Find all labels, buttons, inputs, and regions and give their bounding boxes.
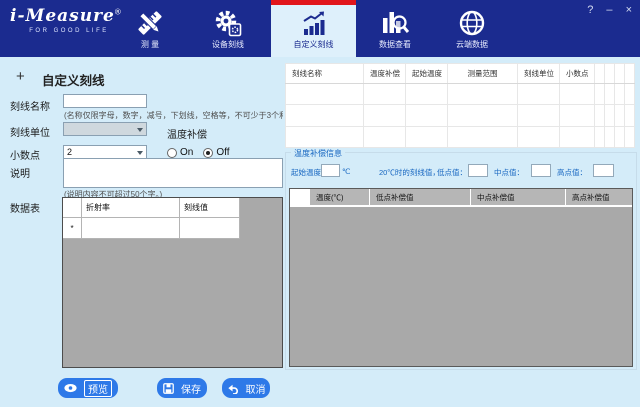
chevron-down-icon	[137, 151, 143, 155]
table-row[interactable]	[286, 84, 635, 105]
tab-cloud-data[interactable]: 云端数据	[433, 0, 511, 57]
mid-point-label: 中点值：	[494, 167, 524, 178]
col-measure-range: 测量范围	[448, 64, 518, 84]
decimal-select[interactable]: 2	[63, 145, 147, 159]
temp-comp-info-groupbox: 温度补偿信息 起始温度： ℃ 20℃时的刻线值， 低点值： 中点值： 高点值： …	[285, 152, 637, 370]
col-scale-unit: 刻线单位	[518, 64, 560, 84]
high-point-label: 高点值：	[557, 167, 587, 178]
table-row[interactable]	[286, 126, 635, 147]
new-row-marker: *	[63, 218, 82, 239]
groupbox-title: 温度补偿信息	[291, 148, 345, 159]
col-empty	[595, 64, 605, 84]
refraction-data-grid[interactable]: 折射率 刻线值 *	[62, 197, 283, 368]
window-controls: ? – ×	[577, 4, 632, 16]
data-grid-new-row[interactable]: *	[63, 218, 282, 239]
scale-name-hint: (名称仅限字母，数字，减号，下划线，空格等，不可少于3个和超过16个	[64, 110, 283, 121]
column-header-scale-value: 刻线值	[180, 198, 240, 218]
grid-cell[interactable]	[82, 218, 180, 239]
minimize-button[interactable]: –	[606, 4, 612, 16]
tab-measure[interactable]: 测 量	[111, 0, 189, 57]
temp-comp-label: 温度补偿	[167, 126, 207, 141]
scale-list-table[interactable]: 刻线名称 温度补偿 起始温度 测量范围 刻线单位 小数点	[285, 63, 635, 148]
col-scale-name: 刻线名称	[286, 64, 364, 84]
low-point-label: 低点值：	[437, 167, 467, 178]
description-label: 说明	[10, 165, 30, 180]
chevron-down-icon	[137, 128, 143, 132]
help-button[interactable]: ?	[587, 4, 593, 16]
tab-label-data-view: 数据查看	[356, 39, 434, 50]
nav-bar: i-Measure® FOR GOOD LIFE 测 量 设备刻线	[0, 0, 640, 57]
col-decimal: 小数点	[560, 64, 595, 84]
cancel-button-label: 取消	[246, 381, 266, 396]
data-table-label: 数据表	[10, 200, 40, 215]
save-button[interactable]: 保存	[157, 378, 207, 398]
col-empty	[605, 64, 615, 84]
undo-icon	[227, 383, 239, 394]
radio-on[interactable]	[167, 148, 177, 158]
scale-name-label: 刻线名称	[10, 98, 50, 113]
comp-table-header-row: 温度(℃) 低点补偿值 中点补偿值 高点补偿值	[290, 189, 632, 207]
data-view-icon	[381, 9, 409, 37]
col-mid-comp: 中点补偿值	[471, 189, 566, 207]
cancel-button[interactable]: 取消	[222, 378, 270, 398]
temp-comp-radio-group: On Off	[167, 147, 240, 158]
table-row[interactable]	[286, 105, 635, 126]
radio-on-label: On	[180, 147, 193, 158]
grid-cell[interactable]	[180, 218, 240, 239]
description-input[interactable]	[63, 158, 283, 188]
col-high-comp: 高点补偿值	[566, 189, 632, 207]
page-title: 自定义刻线	[42, 70, 105, 89]
gear-icon	[214, 9, 242, 37]
col-empty	[615, 64, 625, 84]
eye-icon	[64, 383, 77, 393]
custom-scale-icon	[300, 9, 328, 37]
col-temp-comp: 温度补偿	[364, 64, 406, 84]
column-header-refraction: 折射率	[82, 198, 180, 218]
at20-label: 20℃时的刻线值，	[379, 167, 440, 178]
row-selector-header	[290, 189, 310, 207]
cloud-data-icon	[458, 9, 486, 37]
save-icon	[163, 383, 174, 394]
plus-icon: +	[16, 68, 25, 85]
tab-label-cloud-data: 云端数据	[433, 39, 511, 50]
scale-unit-label: 刻线单位	[10, 124, 50, 139]
scale-name-input[interactable]	[63, 94, 147, 108]
col-temperature: 温度(℃)	[310, 189, 370, 207]
preview-button[interactable]: 预览	[58, 378, 118, 398]
radio-off[interactable]	[203, 148, 213, 158]
col-empty	[625, 64, 635, 84]
tab-data-view[interactable]: 数据查看	[356, 0, 434, 57]
tab-label-device-scale: 设备刻线	[189, 39, 267, 50]
tab-custom-scale[interactable]: 自定义刻线	[271, 0, 356, 57]
row-selector-header	[63, 198, 82, 218]
mid-point-input[interactable]	[531, 164, 551, 177]
start-temp-input[interactable]	[321, 164, 340, 177]
radio-off-label: Off	[216, 147, 229, 158]
low-point-input[interactable]	[468, 164, 488, 177]
tab-label-custom-scale: 自定义刻线	[271, 39, 356, 50]
col-start-temp: 起始温度	[406, 64, 448, 84]
save-button-label: 保存	[181, 381, 201, 396]
high-point-input[interactable]	[593, 164, 614, 177]
tab-label-measure: 测 量	[111, 39, 189, 50]
preview-button-label: 预览	[84, 380, 112, 397]
measure-icon	[136, 9, 164, 37]
app-window: { "brand": { "name": "i-Measure", "regis…	[0, 0, 640, 407]
compensation-table[interactable]: 温度(℃) 低点补偿值 中点补偿值 高点补偿值	[289, 188, 633, 367]
close-button[interactable]: ×	[626, 4, 632, 16]
celsius-unit: ℃	[342, 167, 350, 176]
decimal-label: 小数点	[10, 147, 40, 162]
scale-table-header-row: 刻线名称 温度补偿 起始温度 测量范围 刻线单位 小数点	[286, 64, 635, 84]
tab-device-scale[interactable]: 设备刻线	[189, 0, 267, 57]
col-low-comp: 低点补偿值	[370, 189, 471, 207]
data-grid-header-row: 折射率 刻线值	[63, 198, 282, 218]
scale-unit-select[interactable]	[63, 122, 147, 136]
